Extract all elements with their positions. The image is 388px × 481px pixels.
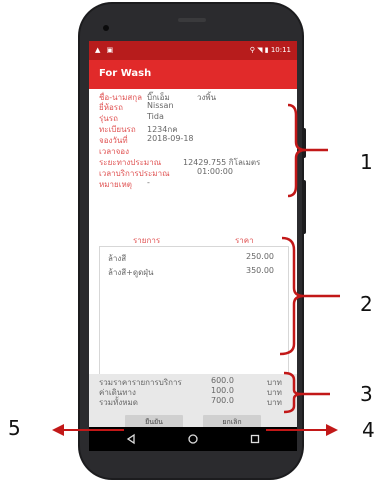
bracket-2	[279, 236, 340, 356]
arrow-5-head	[52, 424, 64, 436]
annotation-3: 3	[360, 382, 373, 406]
annotation-1: 1	[360, 150, 373, 174]
bracket-1	[287, 103, 328, 198]
bracket-3	[283, 371, 330, 414]
annotation-4: 4	[362, 418, 375, 442]
annotation-5: 5	[8, 416, 21, 440]
annotation-overlay	[52, 103, 340, 436]
arrow-4-head	[326, 424, 338, 436]
annotation-2: 2	[360, 292, 373, 316]
